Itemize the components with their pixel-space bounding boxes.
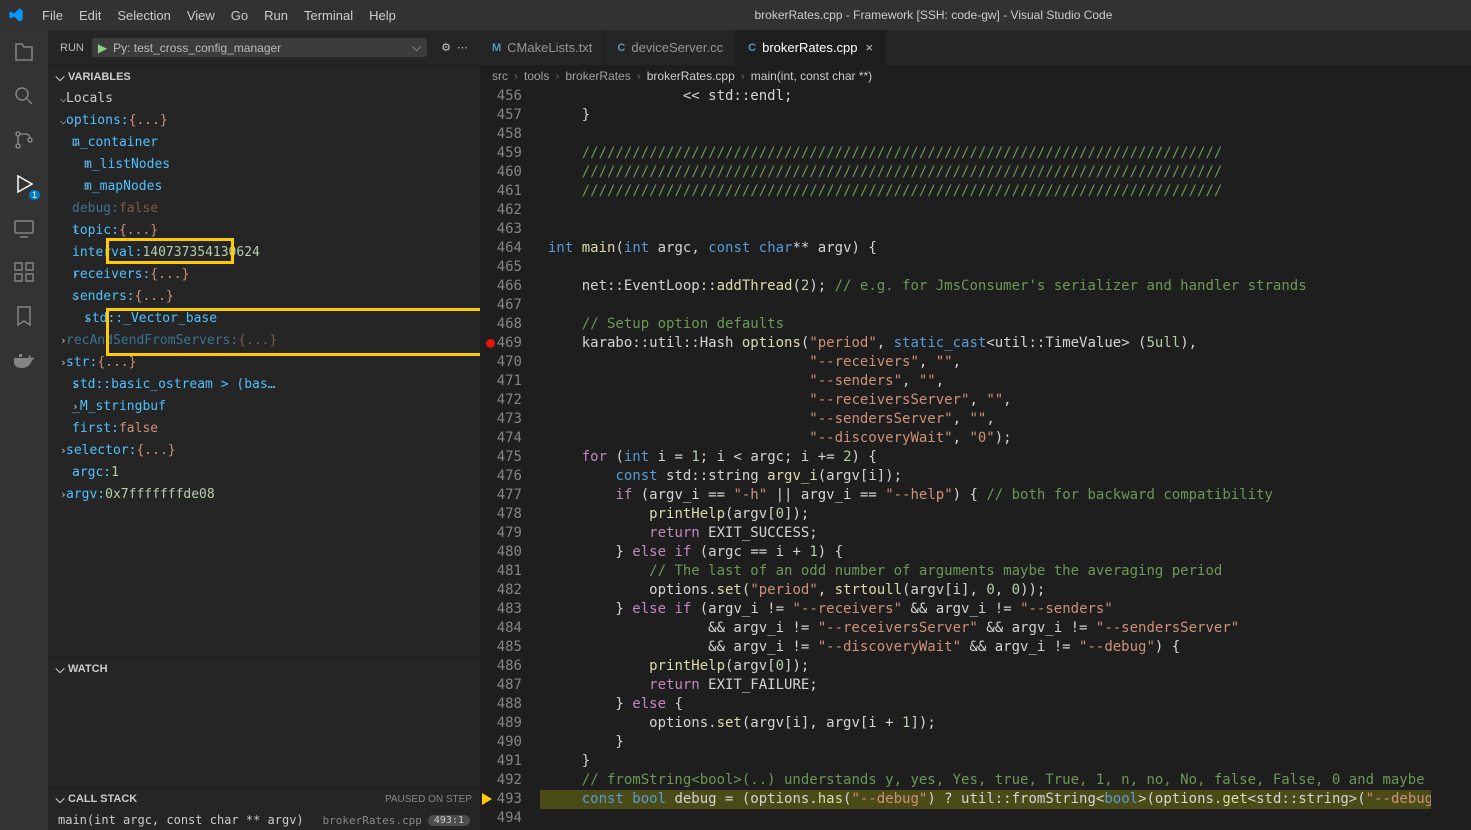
- extensions-icon[interactable]: [10, 258, 38, 286]
- menu-view[interactable]: View: [179, 8, 223, 23]
- file-icon: M: [492, 42, 501, 54]
- gutter[interactable]: 4564574584594604614624634644654664674684…: [480, 87, 540, 830]
- tab-CMakeLists.txt[interactable]: M CMakeLists.txt: [480, 30, 605, 65]
- tab-label: brokerRates.cpp: [762, 40, 857, 55]
- variable-row[interactable]: debug: false: [48, 198, 480, 220]
- crumb-item[interactable]: brokerRates.cpp: [647, 69, 735, 83]
- file-icon: C: [748, 42, 756, 54]
- crumb-item[interactable]: tools: [524, 69, 549, 83]
- variable-row[interactable]: ⌵options: {...}: [48, 110, 480, 132]
- callstack-frame[interactable]: main(int argc, const char ** argv) broke…: [48, 810, 480, 830]
- explorer-icon[interactable]: [10, 38, 38, 66]
- play-icon: ▶: [98, 41, 107, 55]
- variable-row[interactable]: interval: 140737354130624: [48, 242, 480, 264]
- menu-edit[interactable]: Edit: [71, 8, 109, 23]
- variable-row[interactable]: ›topic: {...}: [48, 220, 480, 242]
- variable-row[interactable]: ›argv: 0x7fffffffde08: [48, 484, 480, 506]
- frame-file: brokerRates.cpp: [323, 814, 422, 827]
- tab-brokerRates.cpp[interactable]: CbrokerRates.cpp ×: [736, 30, 886, 65]
- variable-row[interactable]: first: false: [48, 418, 480, 440]
- chevron-down-icon: ⌵: [52, 70, 68, 85]
- search-icon[interactable]: [10, 82, 38, 110]
- menu-terminal[interactable]: Terminal: [296, 8, 361, 23]
- crumb-item[interactable]: brokerRates: [565, 69, 630, 83]
- variable-row[interactable]: ›str: {...}: [48, 352, 480, 374]
- variables-section: ⌵VARIABLES ⌵Locals⌵options: {...}⌵m_cont…: [48, 65, 480, 657]
- editor: MCMakeLists.txtCdeviceServer.ccCbrokerRa…: [480, 30, 1471, 830]
- menu-help[interactable]: Help: [361, 8, 404, 23]
- config-name: Py: test_cross_config_manager: [113, 41, 281, 55]
- menubar: FileEditSelectionViewGoRunTerminalHelp b…: [0, 0, 1471, 30]
- tab-deviceServer.cc[interactable]: CdeviceServer.cc: [605, 30, 736, 65]
- variable-row[interactable]: ›m_mapNodes: [48, 176, 480, 198]
- frame-line: 493:1: [428, 815, 470, 826]
- menu-run[interactable]: Run: [256, 8, 296, 23]
- run-title: RUN: [60, 42, 84, 54]
- chevron-down-icon: ⌵: [52, 662, 68, 677]
- variable-row[interactable]: ›selector: {...}: [48, 440, 480, 462]
- menu-selection[interactable]: Selection: [109, 8, 178, 23]
- callstack-header[interactable]: ⌵CALL STACKPAUSED ON STEP: [48, 788, 480, 810]
- chevron-down-icon: ⌵: [52, 792, 68, 807]
- chevron-down-icon: ⌵: [412, 40, 421, 55]
- frame-function: main(int argc, const char ** argv): [58, 813, 304, 827]
- variable-row[interactable]: ›std::basic_ostream > (bas…: [48, 374, 480, 396]
- breadcrumb[interactable]: src›tools›brokerRates›brokerRates.cpp›ma…: [480, 65, 1471, 87]
- variable-row[interactable]: ⌵m_container: [48, 132, 480, 154]
- activity-bar: 1: [0, 30, 48, 830]
- paused-status: PAUSED ON STEP: [385, 794, 480, 805]
- run-header: RUN ▶ Py: test_cross_config_manager ⌵ ⚙ …: [48, 30, 480, 65]
- file-icon: C: [617, 42, 625, 54]
- variable-row[interactable]: ›recAndSendFromServers: {...}: [48, 330, 480, 352]
- gear-icon[interactable]: ⚙: [441, 41, 451, 54]
- run-debug-icon[interactable]: 1: [10, 170, 38, 198]
- minimap[interactable]: [1431, 87, 1471, 830]
- close-icon[interactable]: ×: [865, 40, 873, 55]
- variable-row[interactable]: argc: 1: [48, 462, 480, 484]
- scope-locals[interactable]: ⌵Locals: [48, 88, 480, 110]
- tab-label: CMakeLists.txt: [507, 40, 592, 55]
- menu-file[interactable]: File: [34, 8, 71, 23]
- debug-config-selector[interactable]: ▶ Py: test_cross_config_manager ⌵: [92, 38, 427, 57]
- tab-label: deviceServer.cc: [631, 40, 723, 55]
- variable-row[interactable]: ›receivers: {...}: [48, 264, 480, 286]
- code-lines[interactable]: << std::endl; } ////////////////////////…: [540, 87, 1431, 830]
- bookmark-icon[interactable]: [10, 302, 38, 330]
- vscode-logo-icon: [8, 7, 24, 23]
- callstack-section: ⌵CALL STACKPAUSED ON STEP main(int argc,…: [48, 787, 480, 830]
- more-icon[interactable]: ⋯: [457, 41, 468, 54]
- crumb-item[interactable]: src: [492, 69, 508, 83]
- menu-go[interactable]: Go: [223, 8, 256, 23]
- tab-bar: MCMakeLists.txtCdeviceServer.ccCbrokerRa…: [480, 30, 1471, 65]
- watch-header[interactable]: ⌵WATCH: [48, 658, 480, 680]
- watch-section: ⌵WATCH: [48, 657, 480, 787]
- window-title: brokerRates.cpp - Framework [SSH: code-g…: [404, 8, 1463, 22]
- variable-row[interactable]: ›_M_stringbuf: [48, 396, 480, 418]
- source-control-icon[interactable]: [10, 126, 38, 154]
- variable-row[interactable]: ›m_listNodes: [48, 154, 480, 176]
- code-area[interactable]: 4564574584594604614624634644654664674684…: [480, 87, 1471, 830]
- variables-header[interactable]: ⌵VARIABLES: [48, 66, 480, 88]
- sidebar: RUN ▶ Py: test_cross_config_manager ⌵ ⚙ …: [48, 30, 480, 830]
- variable-row[interactable]: ›std::_Vector_base: [48, 308, 480, 330]
- variable-row[interactable]: ⌵senders: {...}: [48, 286, 480, 308]
- crumb-item[interactable]: main(int, const char **): [751, 69, 872, 83]
- remote-icon[interactable]: [10, 214, 38, 242]
- docker-icon[interactable]: [10, 346, 38, 374]
